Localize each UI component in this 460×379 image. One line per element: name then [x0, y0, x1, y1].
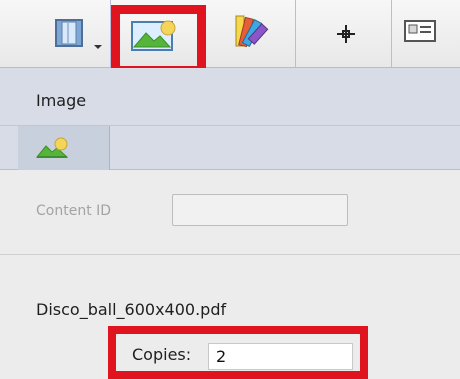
image-tool-button[interactable]: [111, 5, 206, 75]
crosshair-icon: [337, 25, 355, 43]
copies-highlight-box: Copies: 2: [108, 326, 368, 379]
content-id-field[interactable]: [172, 194, 348, 226]
panel-title: Image: [36, 91, 87, 110]
swatch-tool-button[interactable]: [206, 0, 296, 67]
top-toolbar: [0, 0, 460, 75]
palette-swatch-icon: [235, 15, 269, 48]
content-id-row: Content ID: [0, 170, 460, 255]
content-id-label: Content ID: [36, 203, 112, 219]
copies-label: Copies:: [132, 345, 192, 364]
layout-icon: [404, 20, 436, 42]
image-tab[interactable]: [18, 126, 110, 170]
image-icon: [36, 137, 69, 158]
copies-field[interactable]: 2: [208, 343, 353, 370]
chevron-down-icon[interactable]: [94, 45, 102, 49]
panel-tab-strip: [0, 126, 460, 170]
file-name: Disco_ball_600x400.pdf: [36, 300, 227, 319]
panel-header: Image: [0, 68, 460, 126]
layout-tool-button[interactable]: [392, 0, 460, 67]
frame-tool-button[interactable]: [0, 0, 111, 67]
frame-icon: [55, 19, 83, 47]
image-icon: [131, 20, 176, 51]
crosshair-tool-button[interactable]: [296, 0, 392, 67]
properties-panel: Image Content ID Disco_ball_600x400.pdf …: [0, 0, 460, 379]
